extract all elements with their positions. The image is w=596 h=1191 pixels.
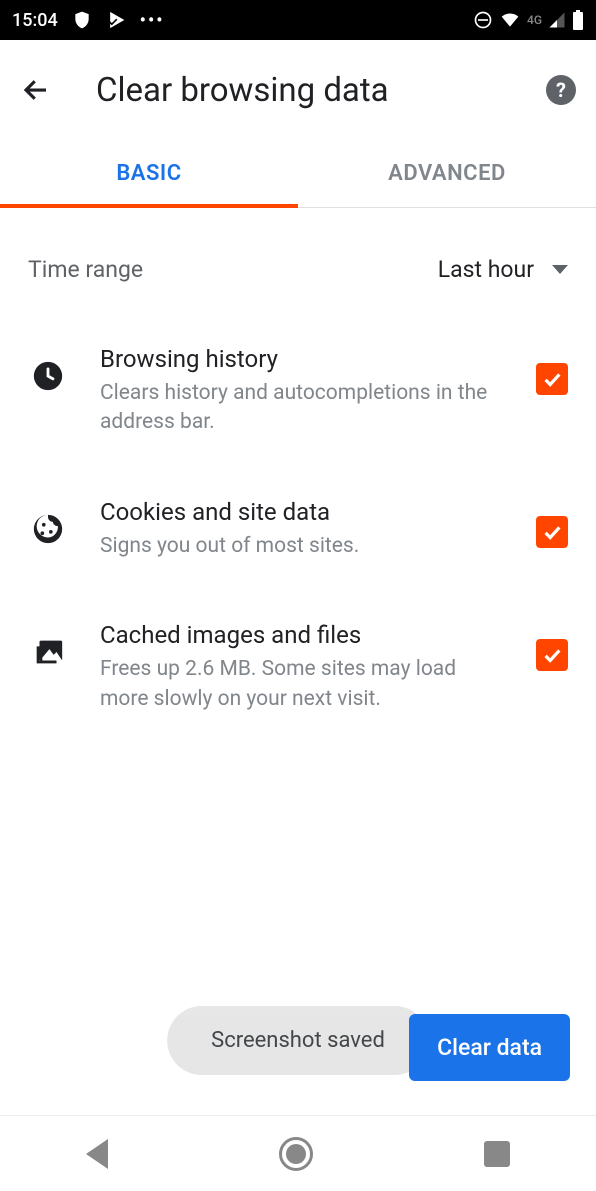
option-browsing-history[interactable]: Browsing history Clears history and auto… xyxy=(28,315,568,468)
chevron-down-icon xyxy=(552,265,568,274)
option-cached[interactable]: Cached images and files Frees up 2.6 MB.… xyxy=(28,591,568,744)
page-title: Clear browsing data xyxy=(96,71,546,110)
option-desc: Frees up 2.6 MB. Some sites may load mor… xyxy=(100,655,504,714)
wifi-icon xyxy=(499,10,521,30)
nav-back-button[interactable] xyxy=(86,1139,108,1169)
clear-data-button[interactable]: Clear data xyxy=(409,1014,570,1081)
checkbox-cached[interactable] xyxy=(536,639,568,671)
shield-icon xyxy=(72,10,92,30)
option-title: Cookies and site data xyxy=(100,498,504,526)
dnd-icon xyxy=(473,10,493,30)
tab-advanced[interactable]: ADVANCED xyxy=(298,140,596,207)
checkbox-cookies[interactable] xyxy=(536,516,568,548)
status-bar: 15:04 ••• 4G xyxy=(0,0,596,40)
nav-recent-button[interactable] xyxy=(484,1141,510,1167)
back-button[interactable] xyxy=(20,74,52,106)
network-label: 4G xyxy=(527,13,542,27)
status-time: 15:04 xyxy=(12,10,58,31)
help-button[interactable]: ? xyxy=(546,75,576,105)
app-bar: Clear browsing data ? xyxy=(0,40,596,140)
battery-icon xyxy=(572,10,584,30)
option-title: Browsing history xyxy=(100,345,504,373)
play-verified-icon xyxy=(106,10,126,30)
more-icon: ••• xyxy=(140,10,165,31)
time-range-label: Time range xyxy=(28,256,143,283)
time-range-row[interactable]: Time range Last hour xyxy=(28,208,568,315)
image-stack-icon xyxy=(28,621,68,669)
tabs: BASIC ADVANCED xyxy=(0,140,596,208)
nav-home-button[interactable] xyxy=(279,1137,313,1171)
option-desc: Clears history and autocompletions in th… xyxy=(100,379,504,438)
tab-basic[interactable]: BASIC xyxy=(0,140,298,207)
system-nav-bar xyxy=(0,1115,596,1191)
signal-icon xyxy=(548,11,566,29)
option-title: Cached images and files xyxy=(100,621,504,649)
time-range-value: Last hour xyxy=(438,256,534,283)
clock-icon xyxy=(28,345,68,393)
cookie-icon xyxy=(28,498,68,546)
checkbox-browsing-history[interactable] xyxy=(536,363,568,395)
option-desc: Signs you out of most sites. xyxy=(100,532,504,561)
option-cookies[interactable]: Cookies and site data Signs you out of m… xyxy=(28,468,568,591)
toast-screenshot-saved: Screenshot saved xyxy=(167,1006,429,1075)
